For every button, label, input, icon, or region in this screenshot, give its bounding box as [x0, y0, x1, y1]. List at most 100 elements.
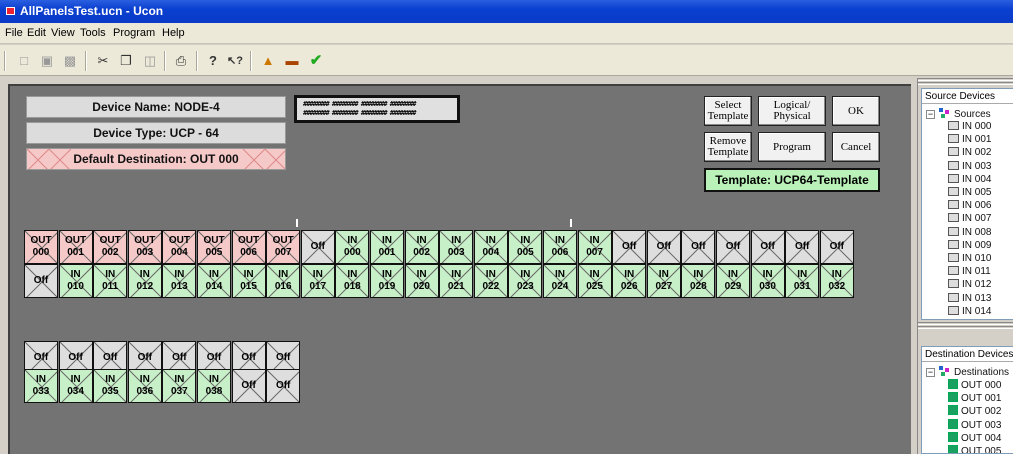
- port-out[interactable]: OUT 007: [266, 230, 301, 264]
- port-in[interactable]: IN 003: [439, 230, 474, 264]
- port-off[interactable]: Off: [612, 230, 647, 264]
- port-in[interactable]: IN 026: [612, 264, 647, 298]
- destination-item[interactable]: OUT 001: [948, 392, 1001, 404]
- destination-item[interactable]: OUT 004: [948, 431, 1001, 444]
- help-icon[interactable]: ?: [203, 51, 223, 71]
- source-item[interactable]: IN 009: [948, 239, 991, 251]
- port-in[interactable]: IN 010: [58, 264, 93, 298]
- source-item[interactable]: IN 007: [948, 213, 991, 224]
- port-out[interactable]: OUT 004: [162, 230, 197, 264]
- port-off[interactable]: Off: [785, 230, 820, 264]
- port-off[interactable]: Off: [24, 264, 58, 298]
- port-out[interactable]: OUT 006: [231, 230, 266, 264]
- source-item[interactable]: IN 003: [948, 160, 991, 172]
- source-item[interactable]: IN 000: [948, 121, 991, 132]
- program-button[interactable]: Program: [758, 132, 826, 162]
- port-in[interactable]: IN 028: [681, 264, 716, 298]
- copy-icon[interactable]: ❐: [116, 51, 136, 71]
- source-item[interactable]: IN 010: [948, 253, 991, 264]
- menu-help[interactable]: Help: [162, 27, 185, 39]
- port-in[interactable]: IN 032: [819, 264, 854, 298]
- source-item[interactable]: IN 001: [948, 134, 991, 145]
- port-in[interactable]: IN 006: [543, 230, 577, 264]
- source-item[interactable]: IN 013: [948, 292, 991, 304]
- destination-item[interactable]: OUT 005: [948, 445, 1001, 453]
- port-off[interactable]: Off: [646, 230, 681, 264]
- port-in[interactable]: IN 004: [473, 230, 508, 264]
- destination-item[interactable]: OUT 000: [948, 379, 1001, 391]
- collapse-icon[interactable]: −: [926, 110, 935, 119]
- port-in[interactable]: IN 020: [404, 264, 439, 298]
- source-item[interactable]: IN 011: [948, 266, 991, 277]
- port-in[interactable]: IN 001: [370, 230, 404, 264]
- port-off[interactable]: Off: [819, 230, 854, 264]
- port-in[interactable]: IN 031: [785, 264, 820, 298]
- collapse-icon[interactable]: −: [926, 368, 935, 377]
- port-in[interactable]: IN 011: [93, 264, 128, 298]
- port-in[interactable]: IN 022: [473, 264, 508, 298]
- destination-item[interactable]: OUT 003: [948, 418, 1001, 431]
- port-off[interactable]: Off: [716, 230, 750, 264]
- port-off[interactable]: Off: [750, 230, 785, 264]
- export-icon[interactable]: ▬: [282, 51, 302, 71]
- port-in[interactable]: IN 034: [58, 369, 93, 403]
- port-off[interactable]: Off: [300, 230, 335, 264]
- port-in[interactable]: IN 037: [162, 369, 197, 403]
- port-in[interactable]: IN 007: [577, 230, 612, 264]
- top-splitter-2[interactable]: [918, 82, 1013, 85]
- sources-root[interactable]: Sources: [939, 108, 991, 120]
- port-in[interactable]: IN 021: [439, 264, 474, 298]
- open-icon[interactable]: ▣: [37, 51, 57, 71]
- port-in[interactable]: IN 012: [127, 264, 162, 298]
- port-in[interactable]: IN 017: [300, 264, 335, 298]
- port-out[interactable]: OUT 002: [93, 230, 128, 264]
- port-in[interactable]: IN 005: [508, 230, 543, 264]
- select-template-button[interactable]: Select Template: [704, 96, 752, 126]
- port-in[interactable]: IN 033: [24, 369, 58, 403]
- port-in[interactable]: IN 036: [127, 369, 162, 403]
- logical-physical-button[interactable]: Logical/ Physical: [758, 96, 826, 126]
- menu-file[interactable]: File: [5, 27, 23, 39]
- port-in[interactable]: IN 014: [197, 264, 231, 298]
- port-out[interactable]: OUT 003: [127, 230, 162, 264]
- source-item[interactable]: IN 002: [948, 147, 991, 158]
- paste-icon[interactable]: ◫: [140, 51, 160, 71]
- source-item[interactable]: IN 014: [948, 305, 991, 317]
- port-in[interactable]: IN 023: [508, 264, 543, 298]
- destination-item[interactable]: OUT 002: [948, 405, 1001, 417]
- port-in[interactable]: IN 038: [197, 369, 231, 403]
- ok-button[interactable]: OK: [832, 96, 880, 126]
- port-out[interactable]: OUT 005: [197, 230, 231, 264]
- port-in[interactable]: IN 000: [335, 230, 370, 264]
- port-in[interactable]: IN 035: [93, 369, 128, 403]
- port-in[interactable]: IN 025: [577, 264, 612, 298]
- source-item[interactable]: IN 004: [948, 173, 991, 185]
- new-icon[interactable]: □: [14, 51, 34, 71]
- print-icon[interactable]: ⎙: [171, 51, 191, 71]
- port-out[interactable]: OUT 001: [58, 230, 93, 264]
- top-splitter[interactable]: [918, 78, 1013, 81]
- menu-edit[interactable]: Edit: [27, 27, 46, 39]
- menu-program[interactable]: Program: [113, 27, 155, 39]
- menu-tools[interactable]: Tools: [80, 27, 106, 39]
- check-icon[interactable]: ✔: [306, 51, 326, 71]
- port-in[interactable]: IN 018: [335, 264, 370, 298]
- port-out[interactable]: OUT 000: [24, 230, 58, 264]
- port-in[interactable]: IN 016: [266, 264, 301, 298]
- port-in[interactable]: IN 030: [750, 264, 785, 298]
- port-off[interactable]: Off: [681, 230, 716, 264]
- port-in[interactable]: IN 015: [231, 264, 266, 298]
- port-in[interactable]: IN 019: [370, 264, 404, 298]
- port-off[interactable]: Off: [266, 369, 301, 403]
- port-in[interactable]: IN 029: [716, 264, 750, 298]
- remove-template-button[interactable]: Remove Template: [704, 132, 752, 162]
- middle-splitter[interactable]: [918, 322, 1013, 325]
- source-item[interactable]: IN 006: [948, 200, 991, 211]
- source-item[interactable]: IN 005: [948, 187, 991, 198]
- port-off[interactable]: Off: [231, 369, 266, 403]
- port-in[interactable]: IN 013: [162, 264, 197, 298]
- middle-splitter-2[interactable]: [918, 326, 1013, 329]
- cut-icon[interactable]: ✂: [93, 51, 113, 71]
- destinations-root[interactable]: Destinations: [939, 366, 1009, 378]
- context-help-icon[interactable]: ↖?: [225, 51, 245, 71]
